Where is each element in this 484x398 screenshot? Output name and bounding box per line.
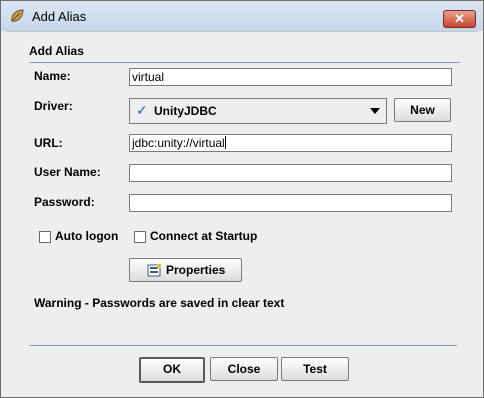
window-title: Add Alias [32,9,87,24]
properties-icon [147,263,162,277]
group-title: Add Alias [29,44,84,58]
name-label: Name: [34,69,71,83]
title-bar[interactable]: Add Alias ✕ [1,1,483,31]
properties-label: Properties [166,263,226,277]
name-field[interactable]: virtual [129,68,452,86]
alias-leaf-icon [11,9,24,22]
properties-button[interactable]: Properties [129,258,242,282]
dialog-body: Add Alias Name: virtual Driver: ✓ UnityJ… [6,31,478,393]
auto-logon-label[interactable]: Auto logon [55,229,118,243]
url-field[interactable]: jdbc:unity://virtual [129,134,452,152]
connect-at-startup-label[interactable]: Connect at Startup [150,229,257,243]
dropdown-arrow-icon[interactable] [370,108,380,114]
driver-select[interactable]: ✓ UnityJDBC [129,98,387,124]
group-divider [29,62,460,63]
close-window-button[interactable]: ✕ [443,10,476,28]
driver-value: UnityJDBC [154,104,217,118]
ok-button[interactable]: OK [139,357,205,383]
close-button[interactable]: Close [210,357,278,381]
test-button[interactable]: Test [281,357,349,381]
driver-label: Driver: [34,99,73,113]
warning-text: Warning - Passwords are saved in clear t… [34,296,285,310]
password-label: Password: [34,195,95,209]
auto-logon-checkbox[interactable] [39,231,51,243]
footer-divider [29,345,457,346]
username-label: User Name: [34,165,101,179]
password-field[interactable] [129,194,452,212]
driver-check-icon: ✓ [136,102,148,118]
username-field[interactable] [129,164,452,182]
new-driver-button[interactable]: New [394,98,451,122]
close-icon: ✕ [454,11,465,26]
connect-at-startup-checkbox[interactable] [134,231,146,243]
add-alias-dialog: Add Alias ✕ Add Alias Name: virtual Driv… [0,0,484,398]
url-value: jdbc:unity://virtual [132,136,225,150]
text-cursor [224,136,226,149]
url-label: URL: [34,136,63,150]
